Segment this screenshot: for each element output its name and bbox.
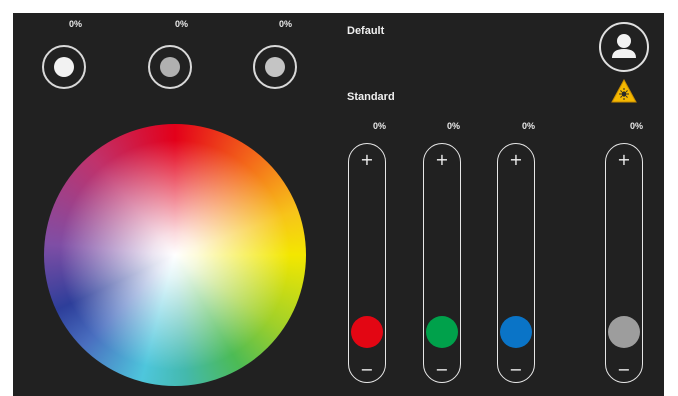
slider-red[interactable]: + −: [348, 143, 386, 383]
slider-green-percent: 0%: [447, 121, 461, 131]
slider-blue-minus-button[interactable]: −: [498, 362, 534, 378]
slider-green-minus-button[interactable]: −: [424, 362, 460, 378]
slider-blue-plus-button[interactable]: +: [498, 152, 534, 168]
slider-green[interactable]: + −: [423, 143, 461, 383]
preset-1-dot: [54, 57, 74, 77]
slider-green-plus-button[interactable]: +: [424, 152, 460, 168]
default-label: Default: [347, 25, 385, 37]
user-avatar-button[interactable]: [599, 22, 649, 72]
slider-white-plus-button[interactable]: +: [606, 152, 642, 168]
slider-red-percent: 0%: [373, 121, 387, 131]
slider-white-minus-button[interactable]: −: [606, 362, 642, 378]
preset-1-percent: 0%: [69, 19, 83, 29]
preset-2-percent: 0%: [175, 19, 189, 29]
slider-blue[interactable]: + −: [497, 143, 535, 383]
slider-red-minus-button[interactable]: −: [349, 362, 385, 378]
uv-warning-icon: [611, 79, 637, 103]
preset-2-dot: [160, 57, 180, 77]
preset-3-dot: [265, 57, 285, 77]
user-icon: [612, 34, 636, 58]
slider-red-plus-button[interactable]: +: [349, 152, 385, 168]
preset-2-button[interactable]: [148, 45, 192, 89]
slider-green-knob[interactable]: [426, 316, 458, 348]
color-control-panel: 0% 0% 0% Default Standard 0% + − 0% + − …: [13, 13, 664, 396]
preset-3-button[interactable]: [253, 45, 297, 89]
color-wheel[interactable]: [44, 124, 306, 386]
slider-blue-percent: 0%: [522, 121, 536, 131]
preset-1-button[interactable]: [42, 45, 86, 89]
slider-white-knob[interactable]: [608, 316, 640, 348]
preset-3-percent: 0%: [279, 19, 293, 29]
slider-blue-knob[interactable]: [500, 316, 532, 348]
slider-white-percent: 0%: [630, 121, 644, 131]
slider-white[interactable]: + −: [605, 143, 643, 383]
slider-red-knob[interactable]: [351, 316, 383, 348]
standard-label: Standard: [347, 91, 395, 103]
